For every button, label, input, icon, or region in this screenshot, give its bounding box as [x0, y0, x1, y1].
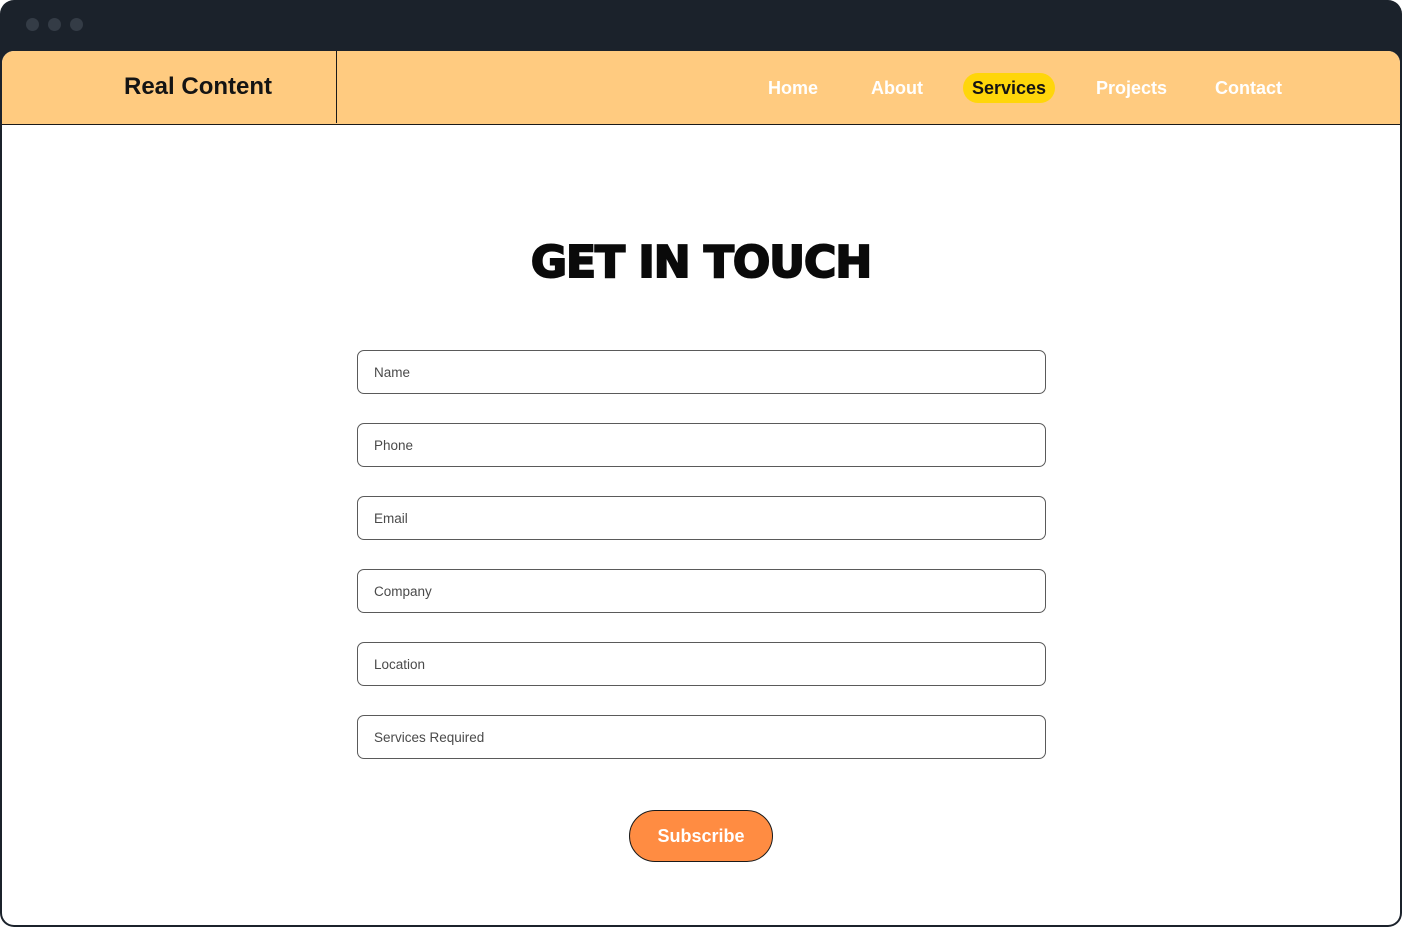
- nav-services-active[interactable]: Services: [963, 73, 1055, 103]
- name-input[interactable]: [357, 350, 1046, 394]
- page-title: GET IN TOUCH: [530, 236, 873, 289]
- page-viewport: Real Content Home About Services Project…: [2, 51, 1400, 925]
- company-input[interactable]: [357, 569, 1046, 613]
- brand-logo[interactable]: Real Content: [124, 73, 272, 101]
- navbar: Real Content Home About Services Project…: [2, 51, 1400, 125]
- email-input[interactable]: [357, 496, 1046, 540]
- brand-cell: Real Content: [2, 51, 337, 123]
- phone-input[interactable]: [357, 423, 1046, 467]
- location-input[interactable]: [357, 642, 1046, 686]
- nav-projects[interactable]: Projects: [1096, 73, 1167, 103]
- window-titlebar: [0, 0, 1402, 51]
- window-close-dot-icon[interactable]: [26, 18, 39, 31]
- services-required-input[interactable]: [357, 715, 1046, 759]
- nav-home[interactable]: Home: [768, 73, 818, 103]
- window-minimize-dot-icon[interactable]: [48, 18, 61, 31]
- nav-about[interactable]: About: [871, 73, 923, 103]
- nav-contact[interactable]: Contact: [1215, 73, 1282, 103]
- window-maximize-dot-icon[interactable]: [70, 18, 83, 31]
- subscribe-button[interactable]: Subscribe: [629, 810, 773, 862]
- browser-window: Real Content Home About Services Project…: [0, 0, 1402, 927]
